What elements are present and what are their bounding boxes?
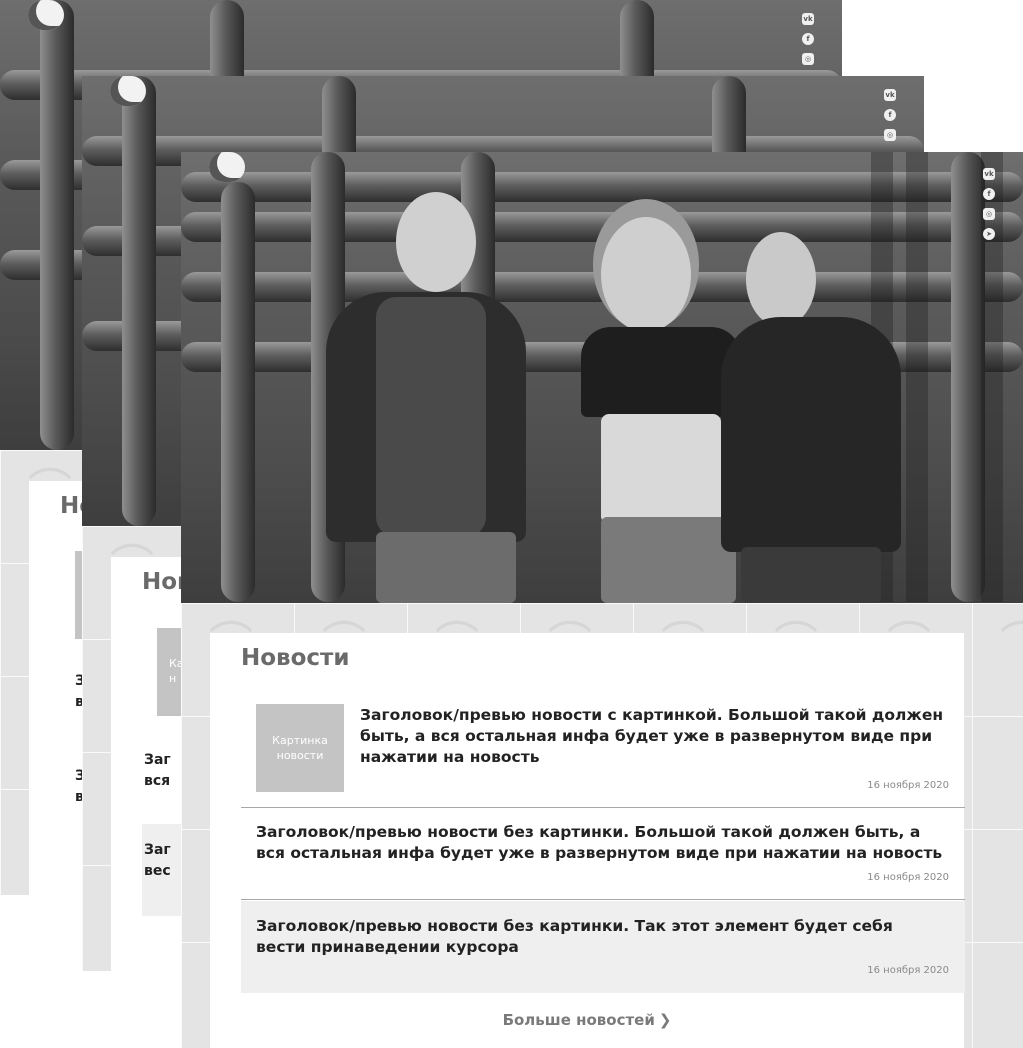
instagram-icon[interactable]: ◎ bbox=[884, 129, 896, 141]
instagram-icon[interactable]: ◎ bbox=[983, 208, 995, 220]
more-news-label: Больше новостей bbox=[502, 1011, 655, 1029]
news-title: вес bbox=[144, 863, 171, 879]
hero-photo bbox=[181, 152, 1023, 603]
news-title: Заг bbox=[144, 842, 171, 858]
logo-icon[interactable] bbox=[110, 76, 146, 106]
more-news-link[interactable]: Больше новостей ❯ bbox=[210, 1011, 964, 1029]
front-slide: vk f ◎ ➤ ⌒ ⌒ ⌒ ⌒ ⌒ ⌒ ⌒ ⌒ Новости Картинк… bbox=[181, 152, 1023, 1048]
logo-icon[interactable] bbox=[28, 0, 64, 30]
social-links: vk f ◎ bbox=[884, 89, 898, 149]
facebook-icon[interactable]: f bbox=[884, 109, 896, 121]
instagram-icon[interactable]: ◎ bbox=[802, 53, 814, 65]
divider bbox=[241, 899, 965, 900]
facebook-icon[interactable]: f bbox=[802, 33, 814, 45]
news-item-hovered[interactable]: Заголовок/превью новости без картинки. Т… bbox=[241, 901, 965, 993]
news-title: Заголовок/превью новости с картинкой. Бо… bbox=[360, 706, 944, 766]
news-card: Новости Картинка новости Заголовок/превь… bbox=[210, 633, 965, 1048]
telegram-icon[interactable]: ➤ bbox=[983, 228, 995, 240]
news-date: 16 ноября 2020 bbox=[867, 965, 949, 976]
news-title: Заг bbox=[144, 752, 171, 768]
social-links: vk f ◎ ➤ bbox=[983, 168, 997, 248]
news-date: 16 ноября 2020 bbox=[867, 872, 949, 883]
news-date: 16 ноября 2020 bbox=[867, 780, 949, 791]
social-links: vk f ◎ bbox=[802, 13, 816, 73]
news-title: Заголовок/превью новости без картинки. Б… bbox=[256, 823, 943, 862]
logo-icon[interactable] bbox=[209, 152, 245, 182]
news-item[interactable]: Заголовок/превью новости без картинки. Б… bbox=[241, 808, 965, 900]
vk-icon[interactable]: vk bbox=[983, 168, 995, 180]
chevron-right-icon: ❯ bbox=[658, 1011, 672, 1029]
vk-icon[interactable]: vk bbox=[802, 13, 814, 25]
facebook-icon[interactable]: f bbox=[983, 188, 995, 200]
news-title: вся bbox=[144, 773, 171, 789]
news-item[interactable]: Картинка новости Заголовок/превью новост… bbox=[241, 692, 965, 808]
news-title: Заголовок/превью новости без картинки. Т… bbox=[256, 917, 893, 956]
news-thumb-image: Картинка новости bbox=[256, 704, 344, 792]
vk-icon[interactable]: vk bbox=[884, 89, 896, 101]
news-heading: Новости bbox=[241, 645, 350, 671]
